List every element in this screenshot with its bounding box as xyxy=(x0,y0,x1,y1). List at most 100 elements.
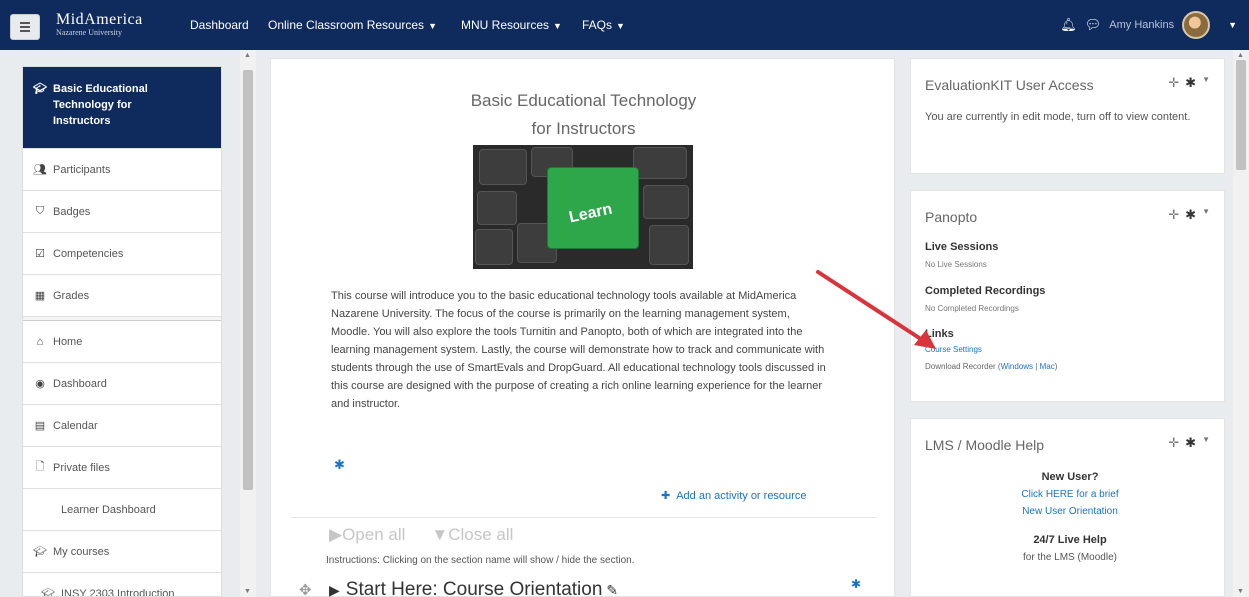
drawer-item-label: Home xyxy=(53,335,83,348)
scroll-down-arrow-icon[interactable]: ▼ xyxy=(244,588,251,595)
gear-icon[interactable]: ✱ xyxy=(1185,75,1196,91)
drawer-item-learner-dashboard[interactable]: Learner Dashboard xyxy=(23,489,221,531)
keyboard-key xyxy=(479,149,527,185)
course-heading: Basic Educational Technology for Instruc… xyxy=(271,87,896,143)
triangle-right-icon: ▶ xyxy=(329,525,343,544)
calendar-icon: ▤ xyxy=(34,420,46,432)
scroll-down-arrow-icon[interactable]: ▼ xyxy=(1237,588,1244,595)
block-title: LMS / Moodle Help xyxy=(925,437,1045,453)
caret-down-icon: ▼ xyxy=(616,21,625,31)
live-help-heading: 24/7 Live Help xyxy=(1033,534,1107,546)
menu-icon xyxy=(20,21,30,33)
instructions-text: Instructions: Clicking on the section na… xyxy=(326,555,635,566)
completed-recordings-text: No Completed Recordings xyxy=(925,304,1019,313)
links-heading: Links xyxy=(925,328,954,340)
logo-text-line2: Nazarene University xyxy=(56,28,122,37)
drawer-item-label: Dashboard xyxy=(53,377,107,390)
nav-faqs-menu[interactable]: FAQs ▼ xyxy=(582,18,625,32)
orientation-link-line2[interactable]: New User Orientation xyxy=(925,503,1215,520)
triangle-right-icon: ▶ xyxy=(329,582,340,597)
drawer-item-calendar[interactable]: ▤ Calendar xyxy=(23,405,221,447)
block-controls: ✛ ✱ ▼ xyxy=(1168,207,1210,223)
gear-icon[interactable]: ✱ xyxy=(334,457,345,473)
block-title: EvaluationKIT User Access xyxy=(925,77,1094,93)
add-activity-button[interactable]: ✚ Add an activity or resource xyxy=(661,489,806,502)
bell-icon[interactable]: 🔔︎ xyxy=(1060,17,1077,33)
move-icon[interactable]: ✛ xyxy=(1168,75,1179,91)
live-sessions-text: No Live Sessions xyxy=(925,260,987,269)
live-sessions-heading: Live Sessions xyxy=(925,241,999,253)
open-all-label: Open all xyxy=(342,525,406,544)
drawer-scrollbar[interactable]: ▲ ▼ xyxy=(240,50,256,597)
drawer-item-badges[interactable]: ⛉ Badges xyxy=(23,191,221,233)
caret-down-icon[interactable]: ▼ xyxy=(1228,20,1237,30)
nav-online-classroom-resources-label: Online Classroom Resources xyxy=(268,18,425,32)
caret-down-icon[interactable]: ▼ xyxy=(1202,207,1210,223)
drawer-item-grades[interactable]: ▦ Grades xyxy=(23,275,221,317)
section-divider xyxy=(291,517,876,518)
scroll-up-arrow-icon[interactable]: ▲ xyxy=(1237,52,1244,59)
home-icon: ⌂ xyxy=(36,335,44,348)
drawer-item-private-files[interactable]: 🗋 Private files xyxy=(23,447,221,489)
drawer-item-my-courses[interactable]: 🎓︎ My courses xyxy=(23,531,221,573)
avatar[interactable] xyxy=(1182,11,1211,39)
download-mac-link[interactable]: Mac xyxy=(1040,362,1055,371)
drawer-course-title: Basic Educational Technology for Instruc… xyxy=(53,83,148,127)
nav-online-classroom-resources-menu[interactable]: Online Classroom Resources ▼ xyxy=(268,18,437,32)
download-recorder-row: Download Recorder (Windows | Mac) xyxy=(925,362,1058,371)
course-heading-line2: for Instructors xyxy=(531,119,636,138)
nav-mnu-resources-menu[interactable]: MNU Resources ▼ xyxy=(461,18,562,32)
course-settings-link[interactable]: Course Settings xyxy=(925,341,1215,358)
caret-down-icon[interactable]: ▼ xyxy=(1202,75,1210,91)
scrollbar-thumb[interactable] xyxy=(1236,60,1246,170)
top-navbar: MidAmerica Nazarene University Dashboard… xyxy=(0,0,1249,50)
drawer-item-competencies[interactable]: ☑ Competencies xyxy=(23,233,221,275)
drawer-item-course[interactable]: 🎓︎ Basic Educational Technology for Inst… xyxy=(23,67,221,149)
chat-icon[interactable]: 💬︎ xyxy=(1085,17,1102,33)
course-summary: This course will introduce you to the ba… xyxy=(331,290,826,410)
section-toggle-controls: ▶Open all ▼Close all xyxy=(329,525,513,545)
user-name[interactable]: Amy Hankins xyxy=(1109,19,1174,31)
drawer-item-participants[interactable]: 👥︎ Participants xyxy=(23,149,221,191)
course-image: Learn xyxy=(473,145,693,269)
page-scrollbar[interactable]: ▲ ▼ xyxy=(1233,50,1249,597)
move-icon[interactable]: ✛ xyxy=(1168,435,1179,451)
file-icon: 🗋 xyxy=(35,461,45,473)
nav-dashboard-label: Dashboard xyxy=(190,18,249,32)
move-icon[interactable]: ✥ xyxy=(299,581,312,597)
logo-text-line1: MidAmerica xyxy=(56,11,143,28)
menu-toggle-button[interactable] xyxy=(10,14,40,40)
completed-recordings-heading: Completed Recordings xyxy=(925,285,1046,297)
close-all-label: Close all xyxy=(448,525,514,544)
nav-dashboard-link[interactable]: Dashboard xyxy=(190,18,249,32)
move-icon[interactable]: ✛ xyxy=(1168,207,1179,223)
scrollbar-thumb[interactable] xyxy=(243,70,253,490)
keyboard-key xyxy=(475,229,513,265)
gear-icon[interactable]: ✱ xyxy=(851,577,861,591)
graduation-cap-icon: 🎓︎ xyxy=(33,546,47,558)
drawer-item-label: Participants xyxy=(53,163,111,176)
orientation-link-line1[interactable]: Click HERE for a brief xyxy=(925,486,1215,503)
site-logo[interactable]: MidAmerica Nazarene University xyxy=(56,12,172,40)
drawer-item-insy-2303[interactable]: 🎓︎ INSY 2303 Introduction xyxy=(23,573,221,597)
caret-down-icon: ▼ xyxy=(428,21,437,31)
drawer-item-label: Private files xyxy=(53,461,110,474)
download-recorder-label: Download Recorder xyxy=(925,362,996,371)
gear-icon[interactable]: ✱ xyxy=(1185,435,1196,451)
open-all-button[interactable]: ▶Open all xyxy=(329,525,405,545)
pencil-icon[interactable]: ✎ xyxy=(606,582,618,597)
course-content: Basic Educational Technology for Instruc… xyxy=(270,58,895,597)
drawer-item-label: Competencies xyxy=(53,247,124,260)
panopto-content: Live Sessions No Live Sessions Completed… xyxy=(925,239,1215,375)
caret-down-icon[interactable]: ▼ xyxy=(1202,435,1210,451)
keyboard-key xyxy=(477,191,517,225)
add-activity-label: Add an activity or resource xyxy=(676,490,807,502)
drawer-item-home[interactable]: ⌂ Home xyxy=(23,321,221,363)
drawer-item-dashboard[interactable]: ◉ Dashboard xyxy=(23,363,221,405)
download-windows-link[interactable]: Windows xyxy=(1001,362,1033,371)
gear-icon[interactable]: ✱ xyxy=(1185,207,1196,223)
table-icon: ▦ xyxy=(34,290,46,302)
scroll-up-arrow-icon[interactable]: ▲ xyxy=(244,52,251,59)
section-toggle-start-here[interactable]: ▶ Start Here: Course Orientation ✎ xyxy=(329,579,618,597)
close-all-button[interactable]: ▼Close all xyxy=(431,525,513,545)
